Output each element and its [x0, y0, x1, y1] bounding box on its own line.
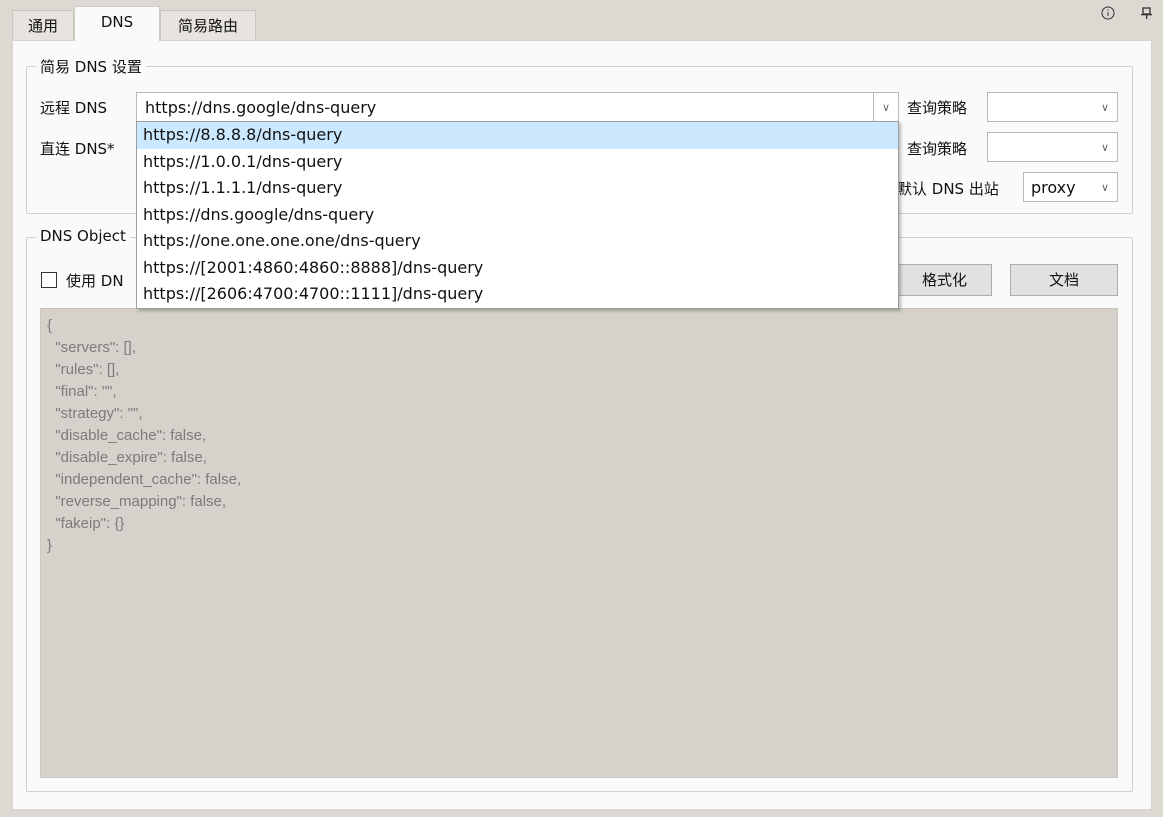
tab-general[interactable]: 通用: [12, 10, 74, 40]
dropdown-option[interactable]: https://[2606:4700:4700::1111]/dns-query: [137, 281, 898, 308]
dropdown-option[interactable]: https://8.8.8.8/dns-query: [137, 122, 898, 149]
chevron-down-icon: ∨: [1100, 100, 1110, 114]
tab-simple-routing-label: 简易路由: [177, 17, 238, 35]
chevron-down-icon: ∨: [1100, 140, 1110, 154]
format-button[interactable]: 格式化: [897, 264, 992, 296]
default-outbound-value: proxy: [1031, 177, 1076, 197]
dns-object-title: DNS Object: [36, 227, 130, 245]
tab-dns[interactable]: DNS: [74, 6, 160, 41]
dns-json-editor[interactable]: { "servers": [], "rules": [], "final": "…: [40, 308, 1118, 778]
remote-dns-dropdown-list[interactable]: https://8.8.8.8/dns-query https://1.0.0.1…: [136, 121, 899, 309]
docs-button[interactable]: 文档: [1010, 264, 1118, 296]
use-dns-object-label: 使用 DN: [66, 272, 124, 290]
default-outbound-label: 默认 DNS 出站: [897, 180, 999, 198]
simple-dns-title: 简易 DNS 设置: [36, 56, 146, 77]
info-icon[interactable]: [1101, 6, 1115, 24]
dropdown-option[interactable]: https://1.0.0.1/dns-query: [137, 149, 898, 176]
pin-icon[interactable]: [1140, 6, 1154, 24]
chevron-down-icon: ∨: [1100, 180, 1110, 194]
dropdown-option[interactable]: https://one.one.one.one/dns-query: [137, 228, 898, 255]
remote-dns-combobox[interactable]: https://dns.google/dns-query ∨: [136, 92, 899, 122]
remote-dns-label: 远程 DNS: [40, 99, 108, 117]
direct-dns-label: 直连 DNS*: [40, 140, 115, 158]
tab-simple-routing[interactable]: 简易路由: [160, 10, 256, 40]
chevron-down-icon[interactable]: ∨: [873, 93, 898, 121]
docs-button-label: 文档: [1048, 271, 1079, 289]
strategy-remote-select[interactable]: ∨: [987, 92, 1118, 122]
dropdown-option[interactable]: https://1.1.1.1/dns-query: [137, 175, 898, 202]
strategy-direct-select[interactable]: ∨: [987, 132, 1118, 162]
tab-dns-label: DNS: [100, 13, 134, 31]
dropdown-option[interactable]: https://dns.google/dns-query: [137, 202, 898, 229]
use-dns-object-checkbox[interactable]: [41, 272, 57, 288]
tab-general-label: 通用: [27, 17, 58, 35]
format-button-label: 格式化: [921, 271, 967, 289]
strategy-label-remote: 查询策略: [907, 99, 968, 117]
remote-dns-value: https://dns.google/dns-query: [145, 97, 377, 117]
dropdown-option[interactable]: https://[2001:4860:4860::8888]/dns-query: [137, 255, 898, 282]
strategy-label-direct: 查询策略: [907, 140, 968, 158]
default-outbound-select[interactable]: proxy ∨: [1023, 172, 1118, 202]
